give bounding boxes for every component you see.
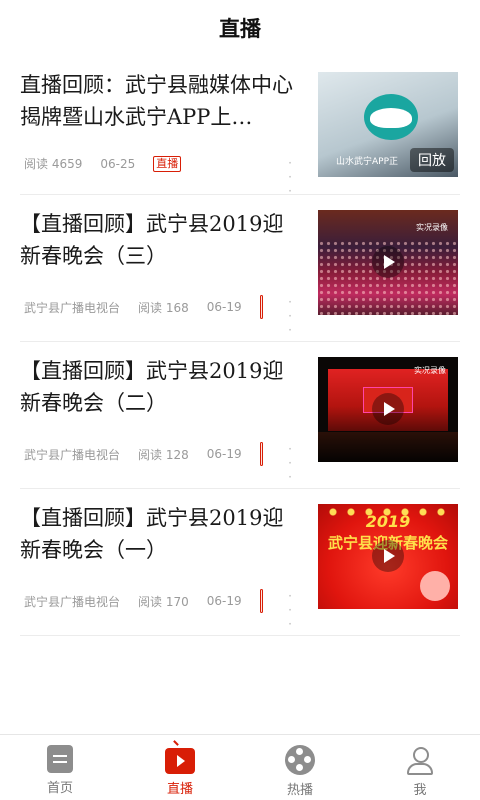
read-count: 阅读 168 [138,300,189,315]
tab-label: 首页 [46,781,73,796]
list-item[interactable]: 【直播回顾】武宁县2019迎新春晚会（三） 武宁县广播电视台 阅读 168 06… [20,195,460,342]
item-thumbnail[interactable]: 山水武宁APP正 回放 [318,72,458,177]
item-meta: 武宁县广播电视台 阅读 170 06-19 [24,589,281,613]
item-thumbnail[interactable]: 实况录像 [318,357,458,462]
thumbnail-caption: 实况录像 [414,366,446,375]
live-feed-list: 直播回顾：武宁县融媒体中心揭牌暨山水武宁APP上… 阅读 4659 06-25 … [0,56,480,636]
more-options-icon[interactable]: · · · [288,442,292,484]
tab-me[interactable]: 我 [360,735,480,800]
list-item[interactable]: 直播回顾：武宁县融媒体中心揭牌暨山水武宁APP上… 阅读 4659 06-25 … [20,56,460,198]
source-name: 武宁县广播电视台 [24,300,121,315]
publish-date: 06-19 [206,300,242,314]
source-name: 武宁县广播电视台 [24,447,121,462]
list-item[interactable]: 【直播回顾】武宁县2019迎新春晚会（二） 武宁县广播电视台 阅读 128 06… [20,342,460,489]
publish-date: 06-19 [206,594,242,608]
tab-live[interactable]: 直播 [120,735,240,800]
home-icon [47,745,73,773]
tab-home[interactable]: 首页 [0,735,120,800]
tab-label: 直播 [166,782,193,797]
live-marker-icon [259,589,263,613]
item-meta: 武宁县广播电视台 阅读 168 06-19 [24,295,281,319]
item-meta: 武宁县广播电视台 阅读 128 06-19 [24,442,281,466]
publish-date: 06-19 [206,447,242,461]
live-marker-icon [259,442,263,466]
item-title[interactable]: 【直播回顾】武宁县2019迎新春晚会（一） [20,502,302,566]
page-title: 直播 [219,17,261,41]
bottom-tab-bar: 首页 直播 热播 我 [0,734,480,800]
app-header: 直播 [0,0,480,56]
more-options-icon[interactable]: · · · [288,156,292,198]
item-title[interactable]: 【直播回顾】武宁县2019迎新春晚会（三） [20,208,302,272]
item-thumbnail[interactable]: 2019 武宁县迎新春晚会 [318,504,458,609]
source-name: 武宁县广播电视台 [24,594,121,609]
live-marker-icon [259,295,263,319]
play-icon[interactable] [372,540,404,572]
tab-label: 热播 [286,783,313,798]
live-tag: 直播 [153,155,182,172]
play-icon[interactable] [372,393,404,425]
item-title[interactable]: 【直播回顾】武宁县2019迎新春晚会（二） [20,355,302,419]
more-options-icon[interactable]: · · · [288,589,292,631]
read-count: 阅读 170 [138,594,189,609]
tab-label: 我 [413,783,427,798]
logo-wave-shape [370,108,412,128]
tv-icon [165,748,195,774]
thumbnail-caption: 实况录像 [416,223,448,232]
read-count: 阅读 128 [138,447,189,462]
publish-date: 06-25 [100,156,136,171]
read-count: 阅读 4659 [24,157,83,171]
tab-hot[interactable]: 热播 [240,735,360,800]
list-item[interactable]: 【直播回顾】武宁县2019迎新春晚会（一） 武宁县广播电视台 阅读 170 06… [20,489,460,636]
thumbnail-year: 2019 [365,512,411,531]
film-reel-icon [285,745,315,775]
item-thumbnail[interactable]: 实况录像 [318,210,458,315]
item-meta: 阅读 4659 06-25 直播 [24,155,199,172]
pig-mascot-icon [420,571,450,601]
more-options-icon[interactable]: · · · [288,295,292,337]
play-icon[interactable] [372,246,404,278]
item-title[interactable]: 直播回顾：武宁县融媒体中心揭牌暨山水武宁APP上… [20,69,302,133]
thumbnail-caption: 山水武宁APP正 [336,157,399,167]
user-icon [406,745,434,775]
stage-floor [318,432,458,462]
replay-badge[interactable]: 回放 [410,148,454,172]
